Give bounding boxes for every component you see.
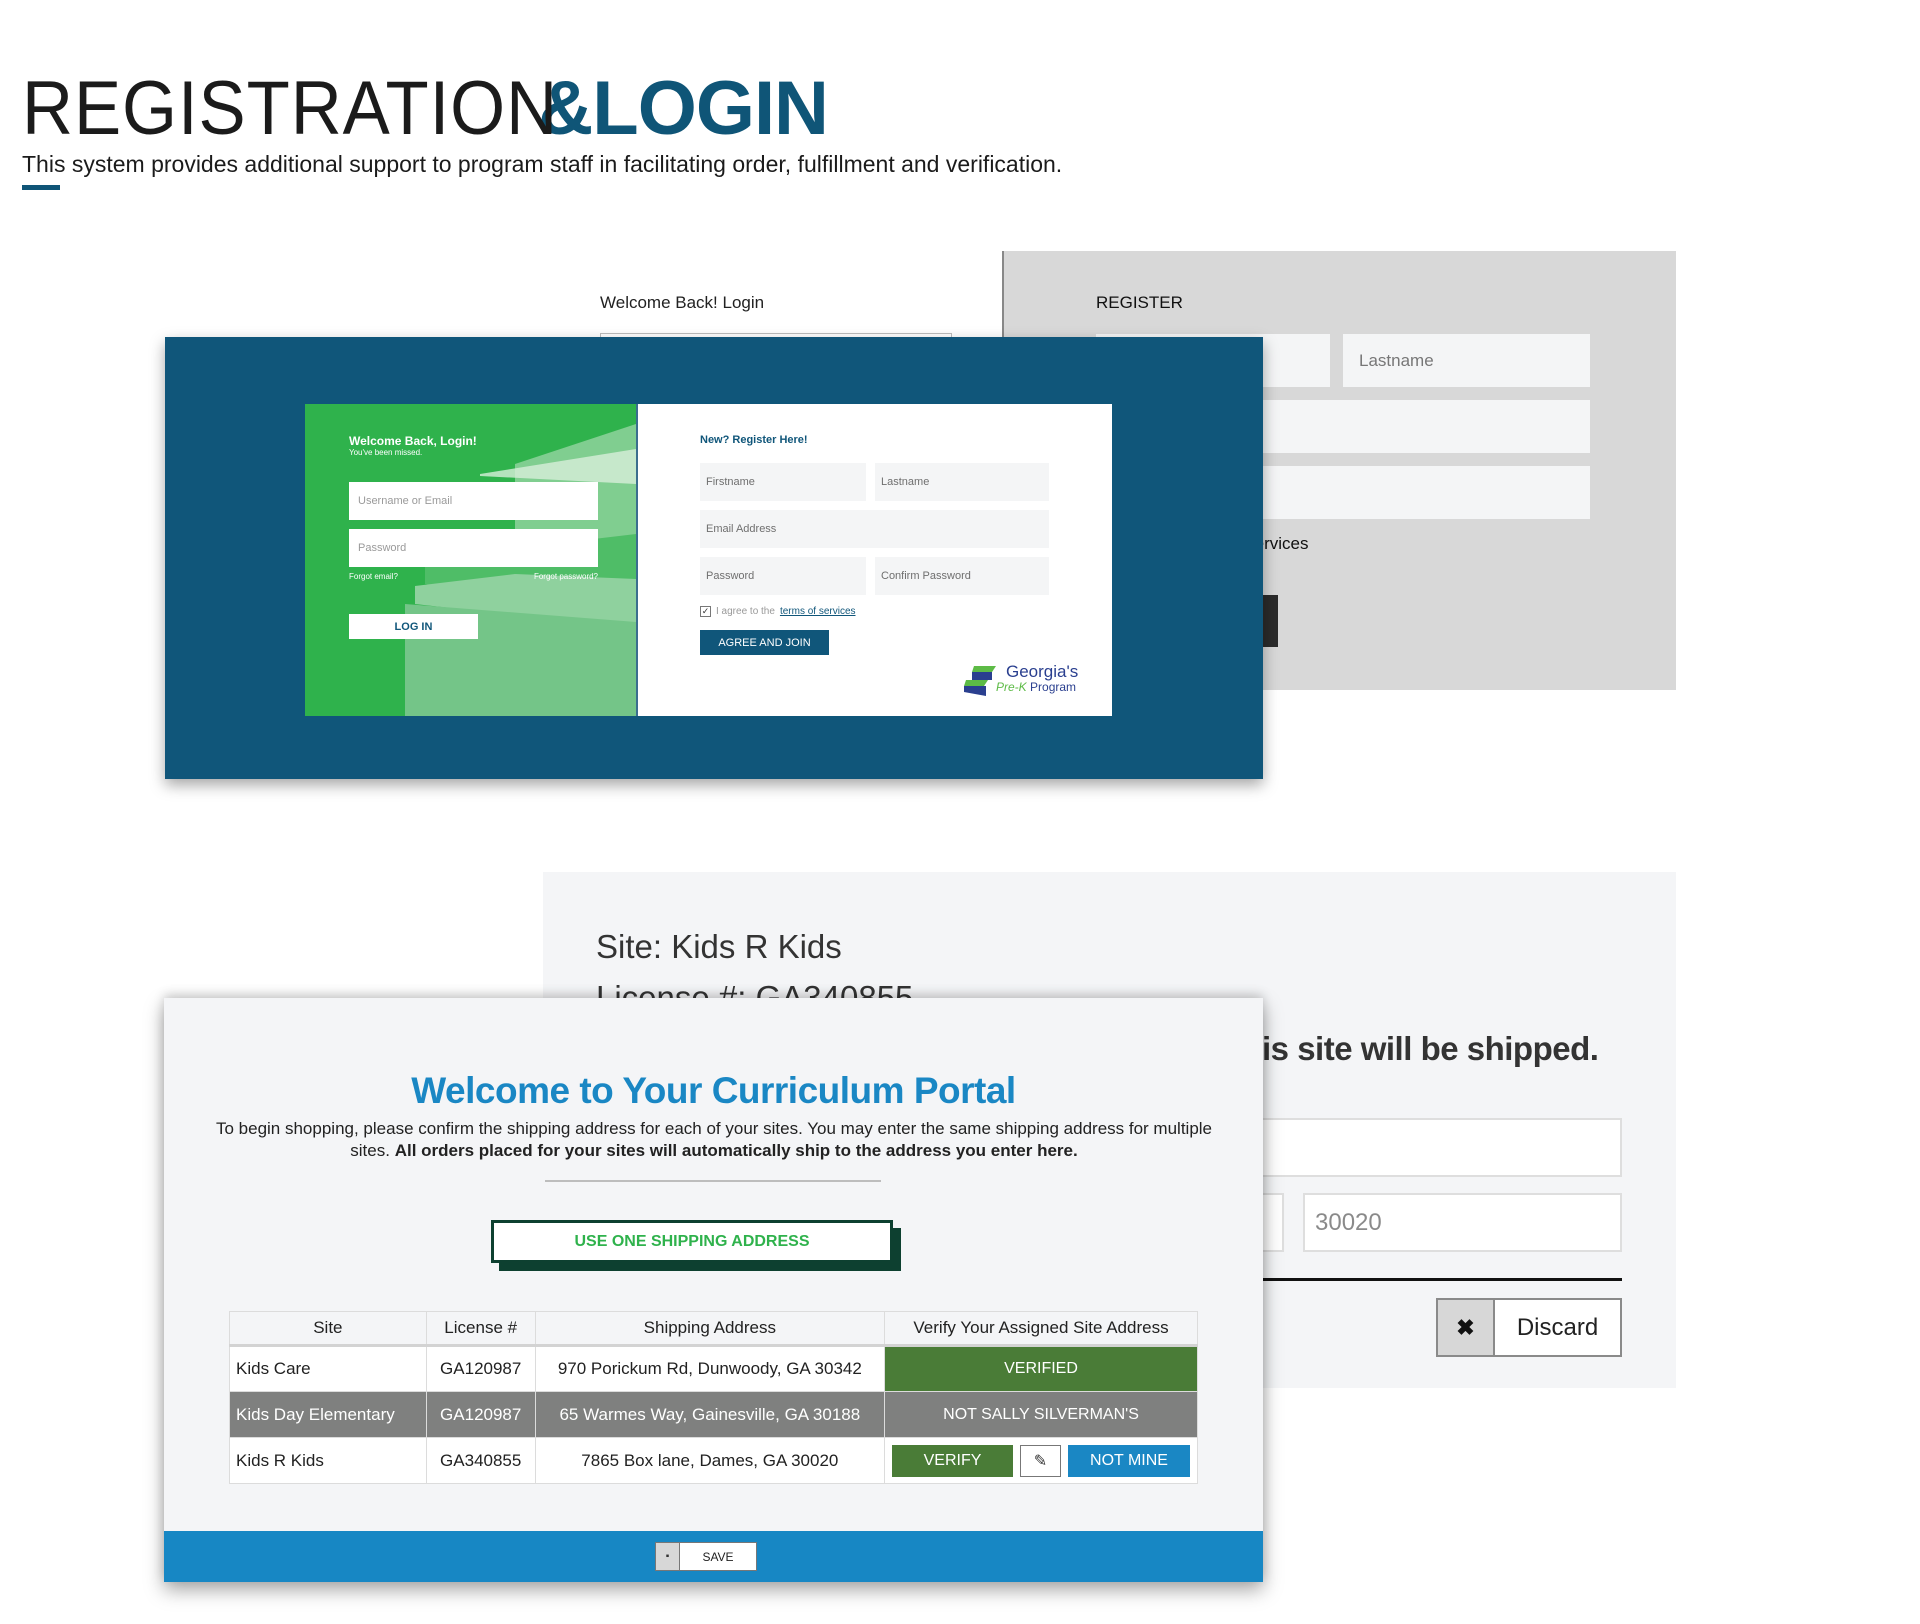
firstname-input[interactable]: Firstname [700, 463, 866, 501]
back-lastname-placeholder: Lastname [1359, 350, 1434, 370]
back-lastname-input[interactable]: Lastname [1343, 334, 1590, 387]
form-divider [1243, 1278, 1622, 1281]
table-header-row: Site License # Shipping Address Verify Y… [229, 1311, 1198, 1347]
logo-program: Program [1030, 680, 1077, 694]
agree-and-join-button[interactable]: AGREE AND JOIN [700, 630, 829, 655]
back-register-title: REGISTER [1096, 293, 1183, 312]
verified-status: VERIFIED [884, 1345, 1198, 1392]
portal-divider [545, 1180, 881, 1182]
close-icon: ✖ [1438, 1300, 1495, 1355]
street-input[interactable] [1243, 1118, 1622, 1177]
site-cell: Kids R Kids [229, 1437, 427, 1484]
save-label: SAVE [702, 1549, 734, 1564]
address-cell: 7865 Box lane, Dames, GA 30020 [534, 1437, 886, 1484]
shipped-notice: is site will be shipped. [1262, 1030, 1599, 1067]
terms-checkbox[interactable]: ✓ [700, 606, 711, 617]
terms-row: ✓ I agree to the terms of services [700, 606, 856, 617]
save-button[interactable]: ▪ SAVE [655, 1542, 757, 1571]
accent-bar [22, 185, 60, 190]
login-card: Welcome Back, Login! You've been missed.… [305, 404, 636, 716]
email-input[interactable]: Email Address [700, 510, 1049, 548]
column-header-verify: Verify Your Assigned Site Address [884, 1311, 1198, 1347]
username-placeholder: Username or Email [358, 495, 453, 507]
logo-prek: Pre-K [996, 680, 1027, 694]
register-card: New? Register Here! Firstname Lastname E… [636, 404, 1112, 716]
forgot-email-link[interactable]: Forgot email? [349, 572, 398, 581]
actions-cell: VERIFY ✎ NOT MINE [884, 1437, 1198, 1484]
lastname-placeholder: Lastname [881, 476, 930, 488]
curriculum-portal-card: Welcome to Your Curriculum Portal To beg… [164, 998, 1263, 1582]
site-label: Site: Kids R Kids [596, 928, 842, 965]
site-cell: Kids Day Elementary [229, 1391, 427, 1438]
email-placeholder: Email Address [706, 523, 777, 535]
verify-button[interactable]: VERIFY [892, 1444, 1013, 1477]
discard-button[interactable]: ✖ Discard [1436, 1298, 1622, 1357]
heading-registration: REGISTRATION [22, 66, 559, 151]
table-row: Kids Care GA120987 970 Porickum Rd, Dunw… [229, 1345, 1198, 1392]
license-cell: GA120987 [425, 1391, 536, 1438]
page-heading: REGISTRATION &LOGIN [22, 66, 829, 151]
pencil-icon: ✎ [1033, 1452, 1048, 1470]
not-mine-button[interactable]: NOT MINE [1068, 1444, 1190, 1477]
confirm-password-input[interactable]: Confirm Password [875, 557, 1049, 595]
forgot-password-link[interactable]: Forgot password? [495, 572, 598, 581]
lastname-input[interactable]: Lastname [875, 463, 1049, 501]
license-cell: GA340855 [425, 1437, 536, 1484]
password-input[interactable]: Password [349, 529, 598, 567]
portal-description-bold: All orders placed for your sites will au… [394, 1141, 1078, 1160]
register-password-placeholder: Password [706, 570, 755, 582]
table-row: Kids Day Elementary GA120987 65 Warmes W… [229, 1391, 1198, 1438]
register-password-input[interactable]: Password [700, 557, 866, 595]
page-subtitle: This system provides additional support … [22, 151, 1063, 177]
column-header-site: Site [229, 1311, 427, 1347]
georgia-prek-logo: Georgia's Pre-K Program [962, 662, 1102, 702]
column-header-address: Shipping Address [534, 1311, 886, 1347]
login-button[interactable]: LOG IN [349, 614, 478, 639]
zip-input[interactable]: 30020 [1303, 1193, 1622, 1252]
heading-login: &LOGIN [538, 66, 829, 151]
address-cell: 970 Porickum Rd, Dunwoody, GA 30342 [534, 1345, 886, 1392]
site-cell: Kids Care [229, 1345, 427, 1392]
discard-label: Discard [1516, 1313, 1599, 1341]
username-input[interactable]: Username or Email [349, 482, 598, 520]
login-subtitle: You've been missed. [349, 448, 423, 457]
floppy-disk-icon: ▪ [656, 1543, 680, 1570]
sites-table: Site License # Shipping Address Verify Y… [229, 1311, 1198, 1484]
confirm-password-placeholder: Confirm Password [881, 570, 971, 582]
zip-value: 30020 [1315, 1208, 1382, 1236]
portal-footer: ▪ SAVE [164, 1531, 1263, 1582]
logo-line2: Pre-K Program [996, 680, 1076, 694]
portal-title: Welcome to Your Curriculum Portal [411, 1070, 1016, 1111]
terms-link[interactable]: terms of services [780, 606, 856, 617]
terms-text: I agree to the [716, 606, 775, 617]
login-title: Welcome Back, Login! [349, 434, 477, 448]
portal-description: To begin shopping, please confirm the sh… [204, 1118, 1224, 1162]
edit-button[interactable]: ✎ [1020, 1444, 1061, 1477]
logo-georgias: Georgia's [1006, 662, 1079, 681]
address-cell: 65 Warmes Way, Gainesville, GA 30188 [534, 1391, 886, 1438]
back-login-title: Welcome Back! Login [600, 293, 765, 312]
table-row: Kids R Kids GA340855 7865 Box lane, Dame… [229, 1437, 1198, 1484]
not-mine-status: NOT SALLY SILVERMAN'S [884, 1391, 1198, 1438]
password-placeholder: Password [358, 542, 407, 554]
firstname-placeholder: Firstname [706, 476, 755, 488]
license-cell: GA120987 [425, 1345, 536, 1392]
register-title: New? Register Here! [700, 434, 808, 446]
column-header-license: License # [425, 1311, 536, 1347]
use-one-shipping-address-button[interactable]: USE ONE SHIPPING ADDRESS [491, 1220, 893, 1263]
